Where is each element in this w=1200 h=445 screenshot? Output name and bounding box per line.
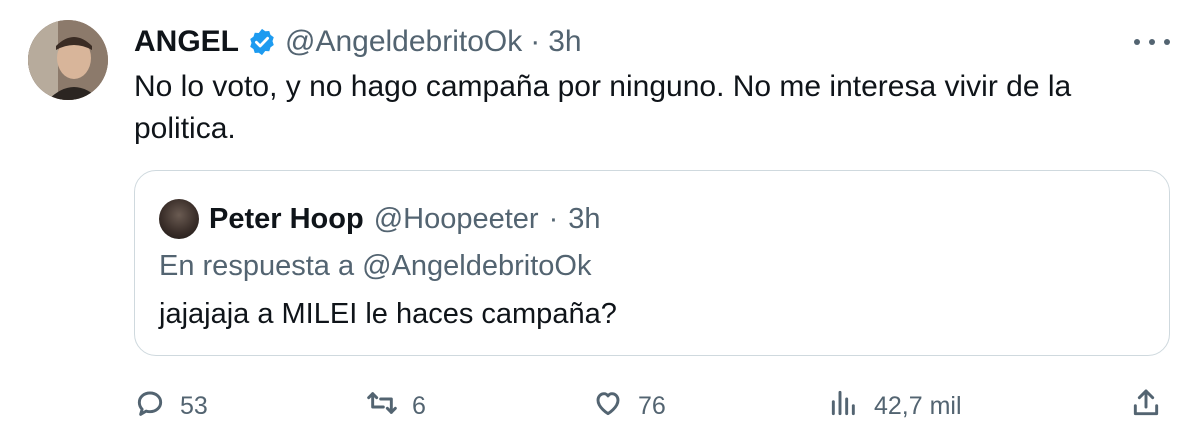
like-count: 76 xyxy=(638,391,666,420)
quoted-separator-dot: · xyxy=(548,203,559,235)
quoted-tweet[interactable]: Peter Hoop @Hoopeeter · 3h En respuesta … xyxy=(134,170,1170,356)
retweet-count: 6 xyxy=(412,391,426,420)
tweet-header: ANGEL @AngeldebritoOk · 3h xyxy=(134,22,582,62)
tweet-time[interactable]: 3h xyxy=(548,22,581,62)
reply-button[interactable]: 53 xyxy=(134,384,208,428)
more-icon[interactable] xyxy=(1134,30,1170,54)
views-icon xyxy=(828,387,860,426)
quoted-tweet-time: 3h xyxy=(568,203,601,235)
separator-dot: · xyxy=(530,25,541,58)
reply-to-line: En respuesta a @AngeldebritoOk xyxy=(159,250,592,282)
share-button[interactable] xyxy=(1130,384,1162,428)
author-avatar[interactable] xyxy=(28,20,108,100)
views-button[interactable]: 42,7 mil xyxy=(828,384,962,428)
like-button[interactable]: 76 xyxy=(592,384,666,428)
views-count: 42,7 mil xyxy=(874,391,962,420)
quoted-tweet-text: jajajaja a MILEI le haces campaña? xyxy=(159,298,617,330)
reply-icon xyxy=(134,387,166,426)
verified-badge-icon xyxy=(247,27,277,57)
quoted-tweet-header: Peter Hoop @Hoopeeter · 3h xyxy=(159,199,601,239)
like-icon xyxy=(592,387,624,426)
quoted-author-name: Peter Hoop xyxy=(209,203,364,235)
retweet-button[interactable]: 6 xyxy=(366,384,426,428)
tweet-text: No lo voto, y no hago campaña por ningun… xyxy=(134,70,1072,145)
quoted-author-avatar xyxy=(159,199,199,239)
action-bar: 53 6 76 42,7 mil xyxy=(134,384,1170,428)
share-icon xyxy=(1130,387,1162,426)
author-name[interactable]: ANGEL xyxy=(134,22,239,62)
quoted-author-handle: @Hoopeeter xyxy=(373,203,539,235)
author-handle[interactable]: @AngeldebritoOk xyxy=(285,22,522,62)
reply-count: 53 xyxy=(180,391,208,420)
retweet-icon xyxy=(366,387,398,426)
